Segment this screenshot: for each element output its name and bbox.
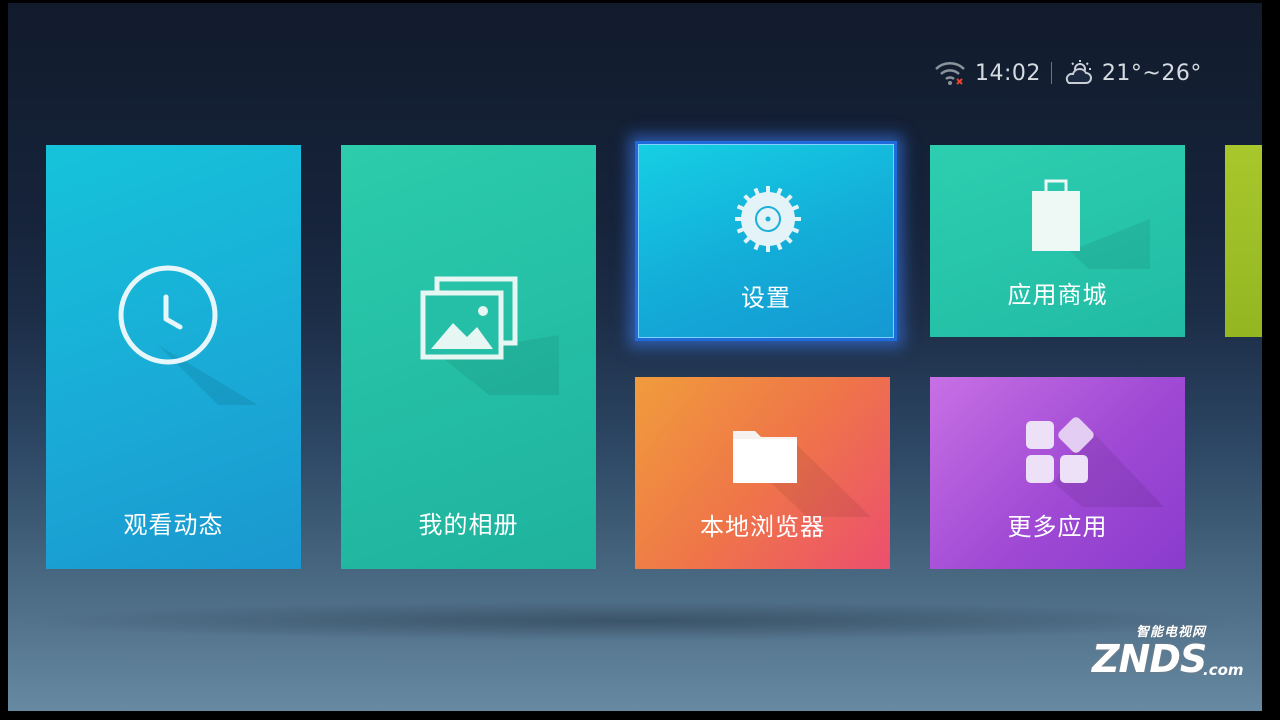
tile-more-apps[interactable]: 更多应用	[930, 377, 1185, 569]
tile-label: 更多应用	[1007, 513, 1108, 541]
status-divider	[1050, 62, 1052, 84]
app-grid-icon	[1024, 417, 1164, 507]
znds-watermark-logo: 智能电视网 ZNDS .com	[1076, 621, 1244, 693]
tile-settings[interactable]: 设置	[635, 141, 897, 341]
tile-app-store[interactable]: 应用商城	[930, 145, 1185, 337]
tile-my-album[interactable]: 我的相册	[341, 145, 596, 569]
photo-album-icon	[419, 275, 559, 395]
tile-label: 应用商城	[1007, 281, 1108, 309]
tile-label: 我的相册	[418, 511, 519, 539]
tile-label: 观看动态	[123, 511, 224, 539]
tile-local-browser[interactable]: 本地浏览器	[635, 377, 890, 569]
clock-time: 14:02	[975, 60, 1041, 86]
tile-watch-activity[interactable]: 观看动态	[46, 145, 301, 569]
clock-icon	[118, 265, 258, 405]
tile-label: 设置	[741, 284, 791, 312]
tile-partial-next[interactable]	[1225, 145, 1262, 337]
wifi-disconnected-icon	[933, 58, 967, 88]
tile-label: 本地浏览器	[700, 513, 825, 541]
tv-home-screen: 14:02 21°~26° 观看动态 我的相册 设置 应用商城 本地浏览器 更多…	[8, 3, 1262, 711]
temperature-range: 21°~26°	[1101, 60, 1202, 86]
status-bar: 14:02 21°~26°	[933, 58, 1202, 88]
floor-reflection	[8, 601, 1262, 641]
partly-cloudy-icon	[1062, 58, 1094, 88]
shopping-bag-icon	[1030, 179, 1150, 269]
gear-icon	[735, 186, 801, 252]
watermark-domain: .com	[1203, 661, 1244, 679]
watermark-brand: ZNDS	[1092, 637, 1207, 681]
folder-icon	[731, 427, 871, 517]
